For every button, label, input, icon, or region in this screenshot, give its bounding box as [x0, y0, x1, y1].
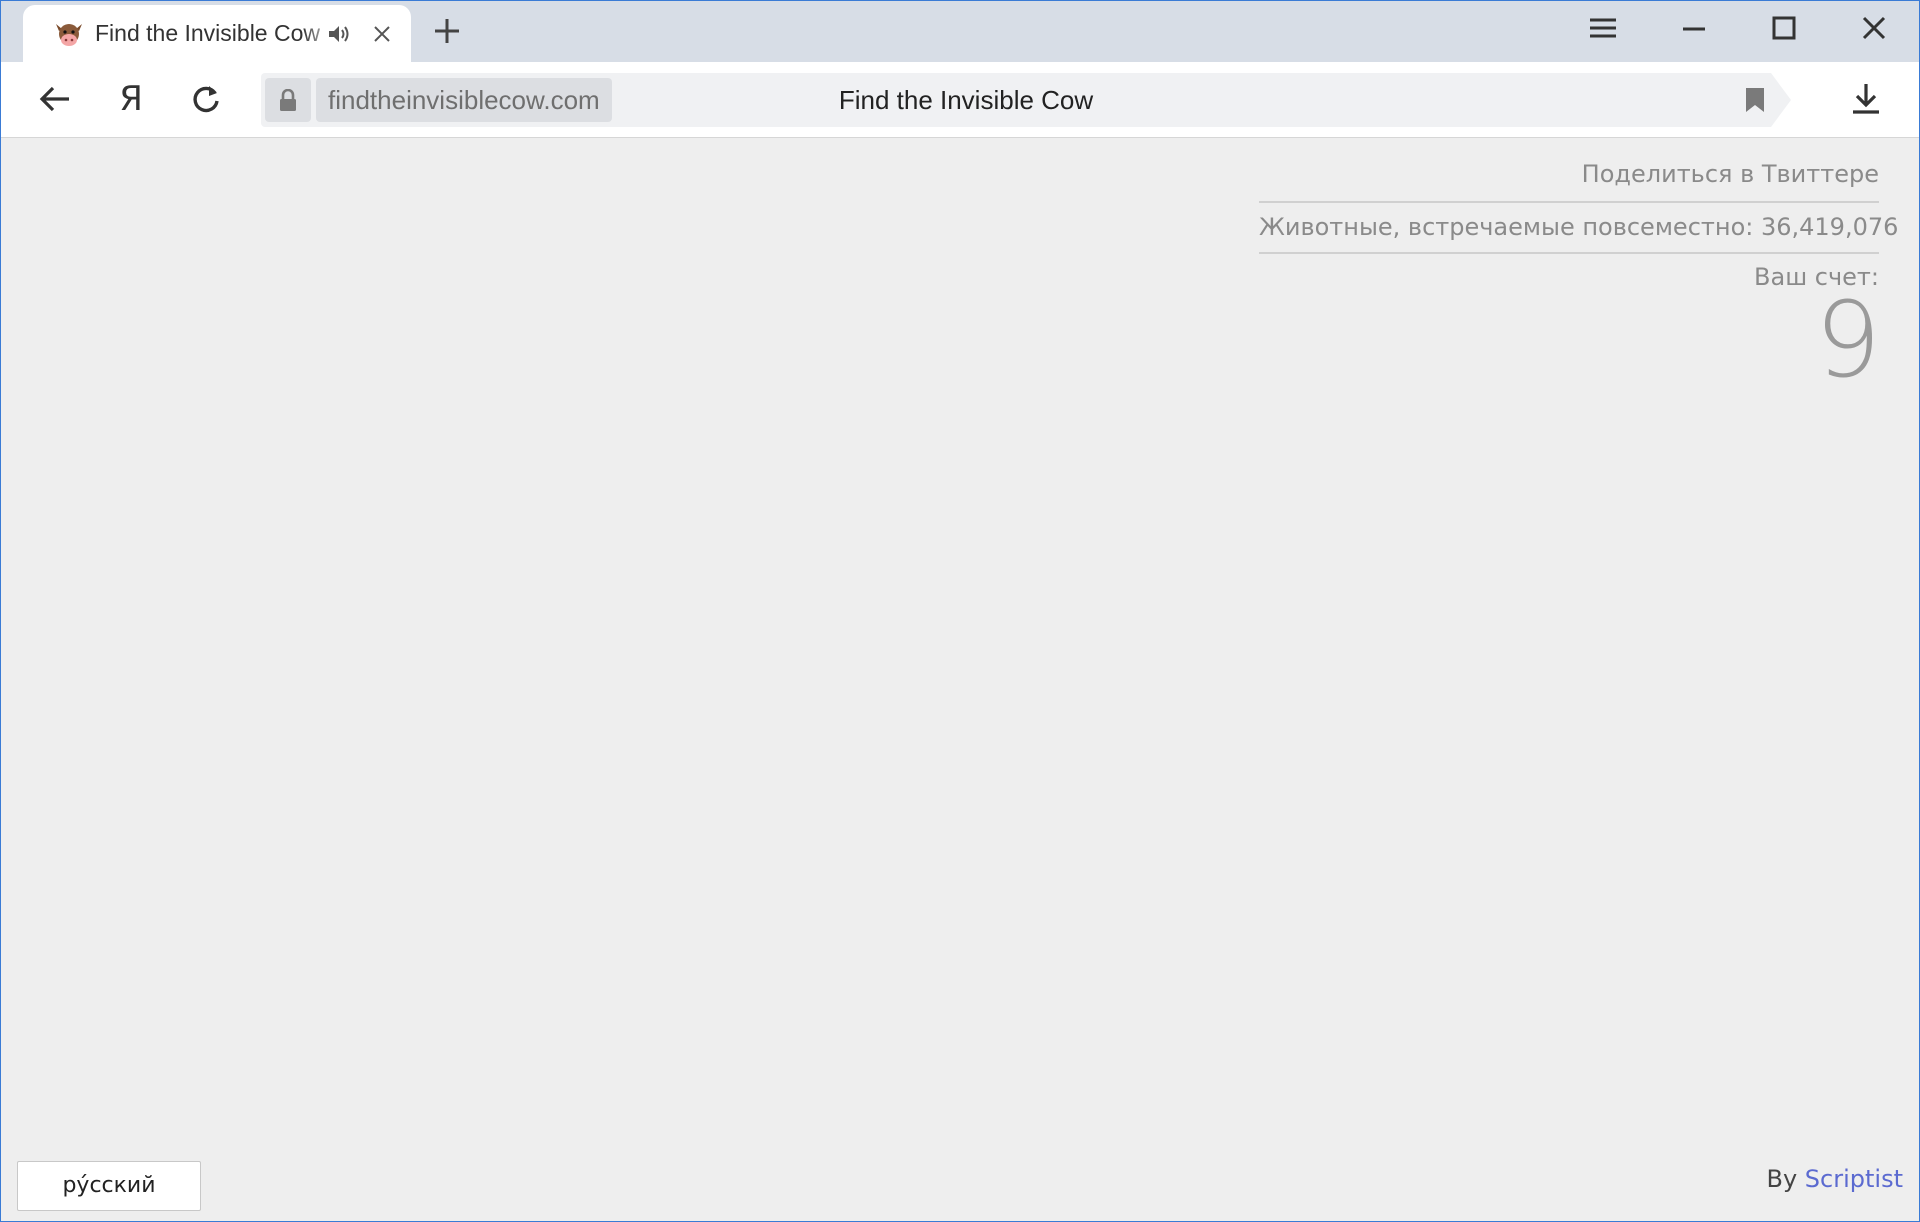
share-twitter-link[interactable]: Поделиться в Твиттере: [1259, 156, 1879, 203]
address-domain[interactable]: findtheinvisiblecow.com: [316, 78, 612, 122]
author-link[interactable]: Scriptist: [1805, 1165, 1903, 1193]
browser-toolbar: Я findtheinvisiblecow.com Find the Invis…: [1, 62, 1919, 138]
tab-strip: Find the Invisible Cow: [1, 1, 1919, 62]
score-label: Ваш счет:: [1754, 263, 1879, 291]
address-page-title[interactable]: Find the Invisible Cow: [716, 73, 1216, 127]
page-content[interactable]: Поделиться в Твиттере Животные, встречае…: [1, 138, 1919, 1221]
tab-title: Find the Invisible Cow: [95, 20, 320, 46]
maximize-icon[interactable]: [1769, 13, 1799, 43]
tab-active[interactable]: Find the Invisible Cow: [23, 5, 411, 62]
info-panel: Поделиться в Твиттере Животные, встречае…: [1259, 156, 1898, 401]
byline-prefix: By: [1766, 1165, 1798, 1193]
browser-window: Find the Invisible Cow Я findtheinvisibl…: [0, 0, 1920, 1222]
minimize-icon[interactable]: [1679, 13, 1709, 43]
plus-icon[interactable]: [431, 15, 463, 47]
menu-icon[interactable]: [1588, 13, 1618, 43]
animals-found-counter: Животные, встречаемые повсеместно: 36,41…: [1259, 203, 1898, 254]
score-value: 9: [1814, 279, 1881, 401]
reload-icon[interactable]: [188, 81, 224, 117]
download-icon[interactable]: [1848, 81, 1884, 117]
byline: By Scriptist: [1766, 1165, 1903, 1193]
lock-icon[interactable]: [265, 78, 311, 122]
speaker-icon[interactable]: [327, 23, 351, 45]
yandex-logo-button[interactable]: Я: [113, 81, 149, 117]
arrow-left-icon[interactable]: [37, 81, 73, 117]
address-bar[interactable]: findtheinvisiblecow.com Find the Invisib…: [261, 73, 1791, 127]
close-icon[interactable]: [373, 25, 391, 43]
close-window-icon[interactable]: [1859, 13, 1889, 43]
cow-face-icon: [53, 20, 85, 48]
bookmark-icon[interactable]: [1744, 87, 1766, 113]
language-select-button[interactable]: ру́сский: [17, 1161, 201, 1211]
